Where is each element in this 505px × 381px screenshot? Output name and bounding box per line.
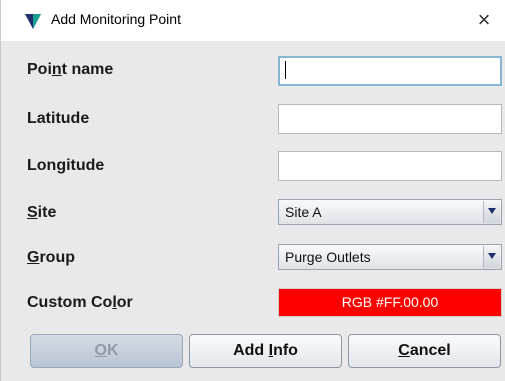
site-label: Site <box>27 204 57 221</box>
latitude-input[interactable] <box>278 104 502 134</box>
site-dropdown[interactable]: Site A <box>278 199 502 225</box>
custom-color-swatch[interactable]: RGB #FF.00.00 <box>278 288 502 317</box>
point-name-label: Point name <box>27 61 114 78</box>
chevron-down-icon <box>488 208 496 214</box>
group-dropdown-arrow[interactable] <box>483 246 500 268</box>
longitude-input[interactable] <box>278 151 502 181</box>
add-monitoring-point-dialog: Add Monitoring Point × Point name Latitu… <box>0 0 505 381</box>
latitude-label: Latitude <box>27 110 90 127</box>
point-name-input[interactable] <box>278 56 502 86</box>
site-dropdown-arrow[interactable] <box>483 201 500 223</box>
close-icon: × <box>477 7 491 32</box>
title-bar[interactable]: Add Monitoring Point × <box>1 0 505 41</box>
window-title: Add Monitoring Point <box>51 11 181 27</box>
longitude-label: Longitude <box>27 157 105 174</box>
group-label: Group <box>27 249 75 266</box>
add-info-button[interactable]: Add Info <box>189 334 342 368</box>
close-button[interactable]: × <box>472 7 496 33</box>
site-selected-value: Site A <box>285 204 322 220</box>
ok-button[interactable]: OK <box>30 334 183 368</box>
cancel-button[interactable]: Cancel <box>348 334 501 368</box>
triangle-logo-icon <box>25 14 41 29</box>
custom-color-label: Custom Color <box>27 294 133 311</box>
group-dropdown[interactable]: Purge Outlets <box>278 244 502 270</box>
group-selected-value: Purge Outlets <box>285 249 371 265</box>
text-caret <box>285 61 286 79</box>
chevron-down-icon <box>488 253 496 259</box>
